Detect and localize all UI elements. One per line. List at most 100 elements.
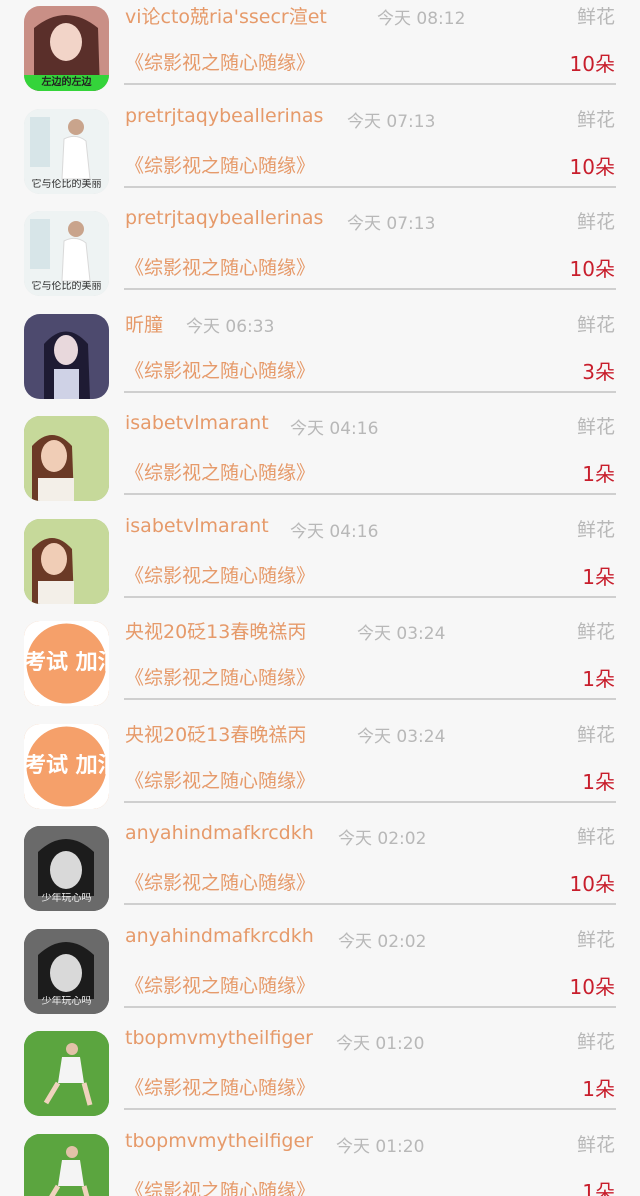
row-divider — [124, 1005, 616, 1008]
gift-type-label: 鲜花 — [576, 313, 615, 336]
list-item[interactable]: 少年玩心吗 anyahindmafkrcdkh 今天 02:02 鲜花《综影视之随心随… — [0, 816, 640, 919]
username[interactable]: 昕朣 — [125, 310, 163, 337]
list-item[interactable]: 它与伦比的美丽 pretrjtaqybeallerinas 今天 07:13 鲜花《综… — [0, 201, 640, 304]
list-item[interactable]: 它与伦比的美丽 pretrjtaqybeallerinas 今天 07:13 鲜花《综… — [0, 99, 640, 202]
avatar-caption: 它与伦比的美丽 — [31, 178, 102, 190]
row-divider — [124, 903, 616, 905]
username[interactable]: tbopmvmytheilfiger — [125, 1130, 313, 1152]
avatar[interactable]: 考试 加油 — [24, 621, 109, 706]
row-divider — [124, 493, 616, 495]
username[interactable]: tbopmvmytheilfiger — [125, 1027, 313, 1049]
username[interactable]: 央视20砭13春晚禚丙 — [125, 617, 306, 644]
gift-count: 1朵 — [582, 769, 615, 794]
book-title[interactable]: 《综影视之随心随缘》 — [125, 356, 315, 383]
book-title[interactable]: 《综影视之随心随缘》 — [125, 1176, 315, 1196]
gift-count: 10朵 — [569, 974, 615, 999]
gift-type-label: 鲜花 — [576, 928, 615, 951]
gift-type-label: 鲜花 — [576, 416, 615, 438]
avatar[interactable]: 少年玩心吗 — [24, 826, 109, 911]
list-item[interactable]: 少年玩心吗 anyahindmafkrcdkh 今天 02:02 鲜花《综影视之随心随… — [0, 919, 640, 1022]
book-title[interactable]: 《综影视之随心随缘》 — [125, 1073, 315, 1100]
gift-type-label: 鲜花 — [576, 1031, 615, 1053]
avatar[interactable] — [24, 1133, 109, 1196]
row-divider — [124, 1108, 616, 1110]
gift-count: 10朵 — [569, 257, 615, 281]
timestamp: 今天 01:20 — [336, 1034, 425, 1054]
username[interactable]: 央视20砭13春晚禚丙 — [125, 720, 306, 747]
list-item[interactable]: 昕朣 今天 06:33 鲜花《综影视之随心随缘》 3朵 — [0, 304, 640, 407]
gift-type-label: 鲜花 — [576, 108, 615, 131]
gift-type-label: 鲜花 — [576, 211, 615, 233]
timestamp: 今天 04:16 — [290, 419, 379, 439]
gift-type-label: 鲜花 — [576, 6, 615, 28]
timestamp: 今天 07:13 — [347, 111, 436, 132]
list-item[interactable]: 考试 加油 央视20砭13春晚禚丙 今天 03:24 鲜花《综影视之随心随缘》 1朵 — [0, 714, 640, 817]
list-item[interactable]: tbopmvmytheilfiger 今天 01:20 鲜花《综影视之随心随缘》 1朵 — [0, 1124, 640, 1196]
list-item[interactable]: isabetvlmarant 今天 04:16 鲜花《综影视之随心随缘》 1朵 — [0, 406, 640, 509]
username[interactable]: pretrjtaqybeallerinas — [125, 207, 323, 229]
username[interactable]: isabetvlmarant — [125, 515, 269, 537]
book-title[interactable]: 《综影视之随心随缘》 — [125, 868, 315, 895]
gift-count: 1朵 — [582, 1179, 615, 1196]
avatar[interactable]: 考试 加油 — [24, 723, 109, 809]
gift-count: 10朵 — [569, 52, 615, 76]
book-title[interactable]: 《综影视之随心随缘》 — [125, 458, 315, 485]
gift-count: 10朵 — [569, 154, 615, 179]
username[interactable]: anyahindmafkrcdkh — [125, 925, 314, 947]
gift-count: 1朵 — [582, 667, 615, 691]
avatar[interactable]: 左边的左边 — [24, 6, 109, 91]
avatar[interactable] — [24, 416, 109, 501]
book-title[interactable]: 《综影视之随心随缘》 — [125, 561, 315, 588]
avatar[interactable]: 少年玩心吗 — [24, 928, 109, 1014]
book-title[interactable]: 《综影视之随心随缘》 — [125, 151, 315, 178]
list-item[interactable]: 考试 加油 央视20砭13春晚禚丙 今天 03:24 鲜花 《综影视之随心随缘》 1朵 — [0, 611, 640, 714]
book-title[interactable]: 《综影视之随心随缘》 — [125, 253, 315, 280]
timestamp: 今天 04:16 — [290, 521, 379, 542]
gift-type-label: 鲜花 — [576, 518, 615, 541]
avatar[interactable]: 它与伦比的美丽 — [24, 108, 109, 194]
gift-record-list: 左边的左边 vi论cto兢ria'ssecr渲et 今天 08:12 鲜花 《综影视之随… — [0, 0, 640, 1196]
row-divider — [124, 288, 616, 290]
avatar-caption: 考试 加油 — [24, 651, 109, 675]
row-divider — [124, 698, 616, 700]
gift-type-label: 鲜花 — [576, 723, 615, 746]
avatar[interactable] — [24, 518, 109, 604]
timestamp: 今天 07:13 — [347, 214, 436, 234]
timestamp: 今天 02:02 — [338, 829, 427, 849]
timestamp: 今天 02:02 — [338, 931, 427, 952]
avatar[interactable] — [24, 313, 109, 399]
gift-count: 1朵 — [582, 462, 615, 486]
list-item[interactable]: tbopmvmytheilfiger 今天 01:20 鲜花《综影视之随心随缘》 1朵 — [0, 1021, 640, 1124]
avatar[interactable]: 它与伦比的美丽 — [24, 211, 109, 296]
gift-type-label: 鲜花 — [576, 1133, 615, 1156]
book-title[interactable]: 《综影视之随心随缘》 — [125, 48, 315, 75]
gift-count: 1朵 — [582, 1077, 615, 1101]
timestamp: 今天 03:24 — [357, 726, 446, 747]
avatar[interactable] — [24, 1031, 109, 1116]
row-divider — [124, 595, 616, 598]
username[interactable]: isabetvlmarant — [125, 412, 269, 434]
book-title[interactable]: 《综影视之随心随缘》 — [125, 971, 315, 998]
book-title[interactable]: 《综影视之随心随缘》 — [125, 766, 315, 793]
book-title[interactable]: 《综影视之随心随缘》 — [125, 663, 315, 690]
username[interactable]: vi论cto兢ria'ssecr渲et — [125, 2, 327, 29]
gift-count: 10朵 — [569, 872, 615, 896]
row-divider — [124, 390, 616, 393]
avatar-caption: 考试 加油 — [24, 753, 109, 778]
username[interactable]: anyahindmafkrcdkh — [125, 822, 314, 844]
list-item[interactable]: isabetvlmarant 今天 04:16 鲜花《综影视之随心随缘》 1朵 — [0, 509, 640, 612]
timestamp: 今天 06:33 — [186, 316, 275, 337]
gift-count: 3朵 — [582, 359, 615, 384]
timestamp: 今天 03:24 — [357, 624, 446, 644]
gift-type-label: 鲜花 — [576, 826, 615, 848]
gift-count: 1朵 — [582, 564, 615, 589]
username[interactable]: pretrjtaqybeallerinas — [125, 105, 323, 127]
avatar-caption: 少年玩心吗 — [41, 995, 92, 1007]
timestamp: 今天 01:20 — [336, 1136, 425, 1157]
list-item[interactable]: 左边的左边 vi论cto兢ria'ssecr渲et 今天 08:12 鲜花《综影视之随… — [0, 0, 640, 99]
timestamp: 今天 08:12 — [377, 9, 466, 29]
avatar-caption: 少年玩心吗 — [41, 893, 92, 904]
row-divider — [124, 800, 616, 803]
avatar-caption: 它与伦比的美丽 — [31, 281, 102, 292]
row-divider — [124, 83, 616, 85]
